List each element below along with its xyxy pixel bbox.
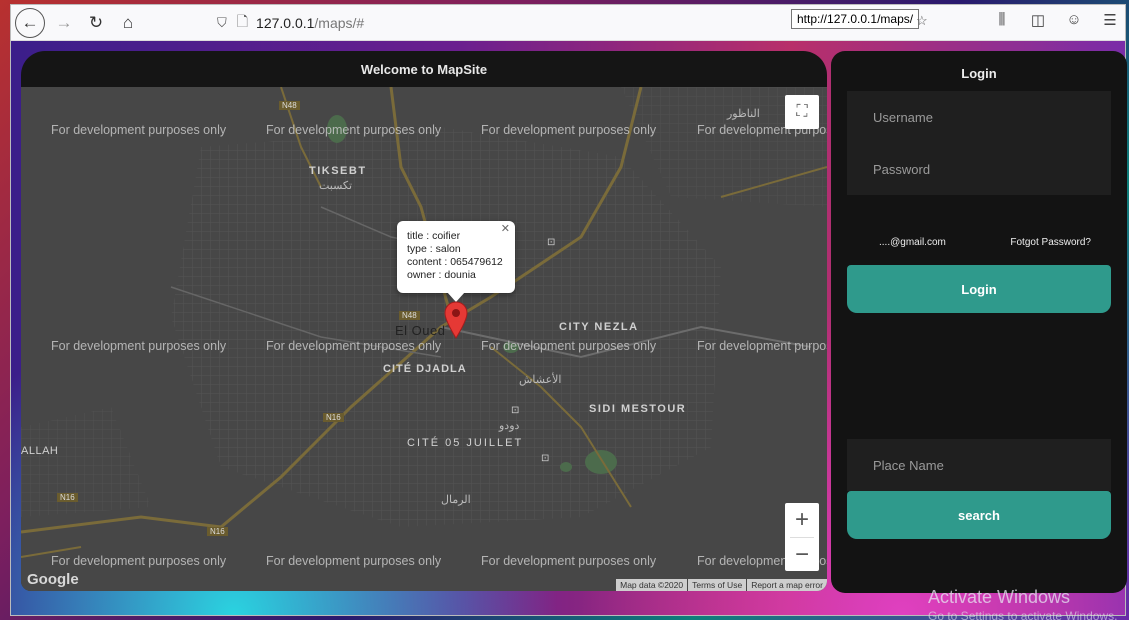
dev-watermark: For development purposes only (266, 123, 442, 137)
dev-watermark: For development purposes only (481, 123, 657, 137)
close-icon[interactable]: ✕ (501, 223, 510, 236)
username-input[interactable] (873, 109, 1111, 125)
google-logo[interactable]: Google (27, 571, 79, 588)
library-icon[interactable]: ⫼ (991, 11, 1013, 29)
activate-windows-subtext: Go to Settings to activate Windows. (928, 609, 1118, 620)
url-path: /maps/# (314, 15, 365, 31)
dev-watermark: For development purposes only (51, 123, 227, 137)
map-canvas[interactable]: N48 N48 N16 N16 N16 TIKSEBT تكسبت الناظو… (21, 87, 827, 591)
info-title: title : coifier (407, 230, 461, 242)
star-icon[interactable]: ☆ (916, 13, 928, 29)
map-marker-icon[interactable] (444, 301, 468, 339)
login-title: Login (961, 65, 997, 81)
place-label-allah: ALLAH (21, 445, 59, 457)
place-label-tiksebt-ar: تكسبت (319, 180, 353, 192)
map-data-text: Map data ©2020 (616, 579, 688, 591)
login-button[interactable]: Login (847, 265, 1111, 313)
dev-watermark: For development purposes only (51, 554, 227, 568)
terms-link[interactable]: Terms of Use (688, 579, 747, 591)
transit-icon: ⊡ (547, 237, 556, 248)
place-search-group (847, 439, 1111, 491)
road-label: N16 (57, 493, 78, 502)
place-label-dudu: دودو (499, 420, 520, 432)
toolbar-right: ⫼ ◫ ☺ ☰ (991, 11, 1121, 29)
dev-watermark: For development purposes only (481, 554, 657, 568)
activate-windows-text: Activate Windows (928, 587, 1071, 607)
password-input[interactable] (873, 161, 1111, 177)
map-title: Welcome to MapSite (360, 61, 488, 77)
login-panel: Login ....@gmail.com Fotgot Password? Lo… (831, 51, 1127, 593)
road-label: N48 (399, 311, 420, 320)
info-type: type : salon (407, 243, 461, 255)
info-owner: owner : dounia (407, 269, 476, 281)
home-icon[interactable]: ⌂ (115, 10, 141, 36)
road-label: N16 (323, 413, 344, 422)
place-label-cite-djadla: CITÉ DJADLA (383, 363, 467, 375)
shield-icon: ⛉ (217, 15, 227, 30)
back-icon[interactable]: ← (15, 7, 45, 38)
transit-icon: ⊡ (511, 405, 520, 416)
browser-toolbar: ← → ↻ ⌂ ⛉ 🗋 127.0.0.1/maps/# http://127.… (11, 5, 1125, 41)
login-links-row: ....@gmail.com Fotgot Password? (847, 237, 1111, 248)
search-button[interactable]: search (847, 491, 1111, 539)
dev-watermark: For development purposes only (266, 339, 442, 353)
zoom-out-button[interactable]: − (785, 538, 819, 572)
place-label-el-oued: El Oued (395, 323, 446, 338)
account-icon[interactable]: ☺ (1063, 11, 1085, 29)
reload-icon[interactable]: ↻ (83, 10, 109, 36)
road-label: N16 (207, 527, 228, 536)
report-error-link[interactable]: Report a map error (747, 579, 827, 591)
forgot-password-link[interactable]: Fotgot Password? (1010, 237, 1091, 248)
fullscreen-icon[interactable]: ⛶ (785, 95, 819, 129)
forward-icon[interactable]: → (51, 10, 77, 36)
place-label-alnatour: الناظور (727, 108, 760, 120)
place-label-sidi-mestour: SIDI MESTOUR (589, 403, 687, 415)
menu-icon[interactable]: ☰ (1099, 11, 1121, 29)
place-label-rimal: الرمال (441, 494, 471, 506)
place-name-field[interactable] (847, 439, 1111, 491)
marker-info-window: ✕ title : coifier type : salon content :… (397, 221, 515, 302)
place-label-tiksebt: TIKSEBT (309, 165, 367, 177)
info-content: content : 065479612 (407, 256, 503, 268)
email-hint: ....@gmail.com (879, 237, 946, 248)
place-label-alacassas: الأعشاش (519, 374, 562, 386)
road-label: N48 (279, 101, 300, 110)
sidebar-icon[interactable]: ◫ (1027, 11, 1049, 29)
dev-watermark: For development purposes only (51, 339, 227, 353)
place-label-city-nezla: CITY NEZLA (559, 321, 639, 333)
zoom-in-button[interactable]: + (785, 503, 819, 537)
transit-icon: ⊡ (541, 453, 550, 464)
dev-watermark: For development purposes only (266, 554, 442, 568)
place-label-cite-05: CITÉ 05 JUILLET (407, 437, 524, 449)
page-icon: 🗋 (236, 13, 249, 29)
browser-window: ← → ↻ ⌂ ⛉ 🗋 127.0.0.1/maps/# http://127.… (10, 4, 1127, 620)
place-name-input[interactable] (873, 457, 1111, 473)
dev-watermark: For development purposes only (697, 339, 827, 353)
password-field[interactable] (847, 143, 1111, 195)
dev-watermark: For development purposes only (481, 339, 657, 353)
url-host: 127.0.0.1 (256, 15, 315, 31)
map-attribution: Map data ©2020 Terms of Use Report a map… (616, 579, 827, 591)
url-tooltip: http://127.0.0.1/maps/ (791, 9, 920, 29)
map-panel: Welcome to MapSite N48 N48 N16 N16 N16 T… (21, 51, 827, 591)
username-field[interactable] (847, 91, 1111, 143)
zoom-control: + − (785, 503, 819, 571)
credentials-group (847, 91, 1111, 195)
